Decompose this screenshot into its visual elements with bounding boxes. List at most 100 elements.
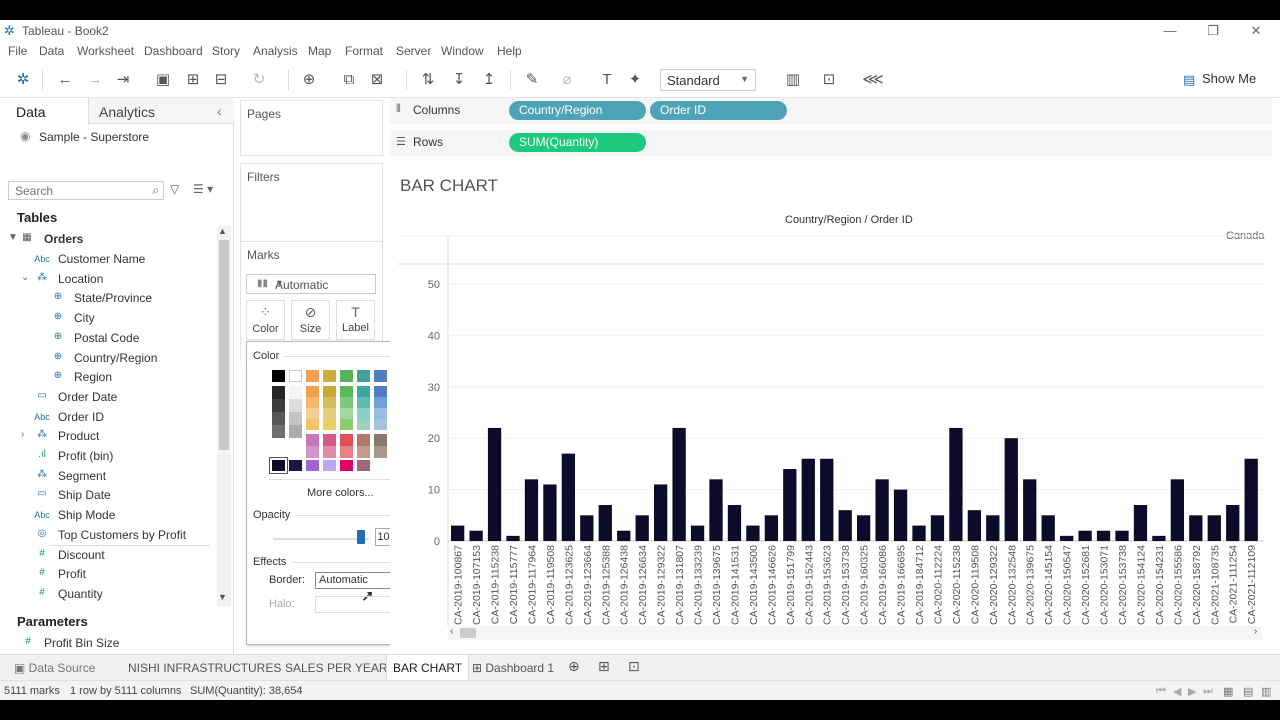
- pin-icon[interactable]: ✦: [624, 70, 646, 90]
- color-swatch[interactable]: [340, 370, 353, 382]
- tab-data-source[interactable]: ▣ Data Source: [8, 655, 101, 681]
- color-swatch[interactable]: [357, 460, 370, 471]
- bar[interactable]: [561, 453, 576, 541]
- color-swatch[interactable]: [374, 408, 387, 419]
- cards-icon[interactable]: ▥: [782, 70, 804, 90]
- menu-analysis[interactable]: Analysis: [253, 44, 298, 58]
- tab-sales-per-year[interactable]: SALES PER YEAR: [279, 655, 394, 681]
- bar[interactable]: [1041, 515, 1055, 541]
- search-field[interactable]: ⌕: [8, 181, 164, 200]
- clear-sheet-icon[interactable]: ⊠: [366, 70, 388, 90]
- menu-window[interactable]: Window: [441, 44, 484, 58]
- bar[interactable]: [1096, 530, 1111, 541]
- highlight-icon[interactable]: ✎: [521, 70, 543, 90]
- color-swatch[interactable]: [357, 397, 370, 408]
- sort-descending-icon[interactable]: ↥: [478, 70, 500, 90]
- bar[interactable]: [1207, 515, 1221, 541]
- color-swatch[interactable]: [357, 370, 370, 382]
- field-country-region[interactable]: ⊕ Country/Region: [0, 349, 216, 368]
- bar[interactable]: [506, 535, 520, 541]
- field-discount[interactable]: # Discount: [0, 546, 216, 565]
- collapse-pane-icon[interactable]: ‹: [217, 103, 222, 119]
- bar[interactable]: [967, 510, 982, 541]
- field-city[interactable]: ⊕ City: [0, 309, 216, 328]
- sort-ascending-icon[interactable]: ↧: [448, 70, 470, 90]
- color-swatch[interactable]: [306, 419, 319, 430]
- bar[interactable]: [598, 505, 612, 541]
- color-swatch[interactable]: [357, 434, 370, 446]
- bar[interactable]: [1133, 505, 1148, 541]
- parameter-profit-bin-size[interactable]: # Profit Bin Size: [0, 634, 216, 653]
- new-worksheet-tab-icon[interactable]: ⊕: [562, 655, 586, 681]
- color-swatch[interactable]: [289, 460, 302, 471]
- maximize-button[interactable]: ❐: [1198, 21, 1228, 41]
- show-sheet-sorter-icon[interactable]: ▦: [1223, 685, 1233, 698]
- color-swatch[interactable]: [323, 434, 336, 446]
- bar[interactable]: [801, 458, 815, 541]
- color-swatch[interactable]: [306, 446, 319, 458]
- color-swatch[interactable]: [289, 370, 302, 382]
- color-swatch[interactable]: [272, 425, 285, 438]
- menu-help[interactable]: Help: [497, 44, 522, 58]
- bar[interactable]: [1170, 479, 1185, 541]
- tab-data[interactable]: Data: [0, 98, 88, 124]
- bar[interactable]: [949, 427, 963, 541]
- color-swatch[interactable]: [306, 408, 319, 419]
- color-swatch[interactable]: [323, 446, 336, 458]
- bar[interactable]: [654, 484, 668, 541]
- bar[interactable]: [690, 525, 705, 541]
- field-state-province[interactable]: ⊕ State/Province: [0, 289, 216, 308]
- menu-server[interactable]: Server: [396, 44, 431, 58]
- bar[interactable]: [838, 510, 852, 541]
- share-icon[interactable]: ⋘: [862, 70, 884, 90]
- field-top-customers-by-profit[interactable]: ◎ Top Customers by Profit: [0, 526, 216, 545]
- bar[interactable]: [820, 458, 834, 541]
- bar[interactable]: [986, 515, 1000, 541]
- new-dashboard-tab-icon[interactable]: ⊞: [592, 655, 616, 681]
- bar[interactable]: [1152, 535, 1166, 541]
- bar[interactable]: [1244, 458, 1258, 541]
- bar[interactable]: [764, 515, 779, 541]
- pill-sum-quantity[interactable]: SUM(Quantity): [509, 133, 646, 152]
- color-button[interactable]: ⁘ Color: [246, 300, 285, 340]
- field-location[interactable]: ⌄ ⁂ Location: [0, 270, 216, 289]
- new-story-tab-icon[interactable]: ⊡: [622, 655, 646, 681]
- color-swatch[interactable]: [272, 399, 285, 412]
- color-swatch[interactable]: [340, 386, 353, 397]
- bar[interactable]: [543, 484, 557, 541]
- color-swatch[interactable]: [357, 386, 370, 397]
- save-icon[interactable]: ▣: [152, 70, 174, 90]
- bar[interactable]: [469, 530, 483, 541]
- color-swatch[interactable]: [374, 386, 387, 397]
- filter-icon[interactable]: ▽: [170, 182, 179, 196]
- field-order-date[interactable]: ▭ Order Date: [0, 388, 216, 407]
- menu-file[interactable]: File: [8, 44, 27, 58]
- bar[interactable]: [1115, 530, 1129, 541]
- color-swatch[interactable]: [357, 446, 370, 458]
- datasource-name[interactable]: Sample - Superstore: [39, 130, 149, 144]
- color-swatch[interactable]: [374, 397, 387, 408]
- menu-data[interactable]: Data: [39, 44, 64, 58]
- opacity-slider-track[interactable]: [273, 538, 369, 540]
- last-sheet-icon[interactable]: ⏭: [1203, 685, 1213, 698]
- color-swatch[interactable]: [323, 460, 336, 471]
- field-list-scrollbar[interactable]: ▲ ▼: [217, 226, 231, 606]
- bar[interactable]: [875, 479, 889, 541]
- color-swatch[interactable]: [340, 419, 353, 430]
- tab-bar-chart[interactable]: BAR CHART: [386, 655, 470, 682]
- mark-type-dropdown[interactable]: ▮▮ Automatic ▼: [246, 274, 376, 294]
- presentation-icon[interactable]: ⊡: [818, 70, 840, 90]
- fit-dropdown[interactable]: Standard ▼: [660, 69, 756, 91]
- color-swatch[interactable]: [306, 386, 319, 397]
- search-input[interactable]: [9, 182, 139, 199]
- opacity-slider-thumb[interactable]: [357, 530, 365, 544]
- horizontal-scrollbar[interactable]: ‹ ›: [448, 626, 1262, 640]
- pill-order-id[interactable]: Order ID: [650, 101, 787, 120]
- field-postal-code[interactable]: ⊕ Postal Code: [0, 329, 216, 348]
- pill-country-region[interactable]: Country/Region: [509, 101, 646, 120]
- bar[interactable]: [1023, 479, 1037, 541]
- expand-chevron-icon[interactable]: ⌄: [21, 272, 29, 283]
- color-swatch[interactable]: [340, 434, 353, 446]
- bar[interactable]: [727, 505, 742, 541]
- bar[interactable]: [1060, 535, 1074, 541]
